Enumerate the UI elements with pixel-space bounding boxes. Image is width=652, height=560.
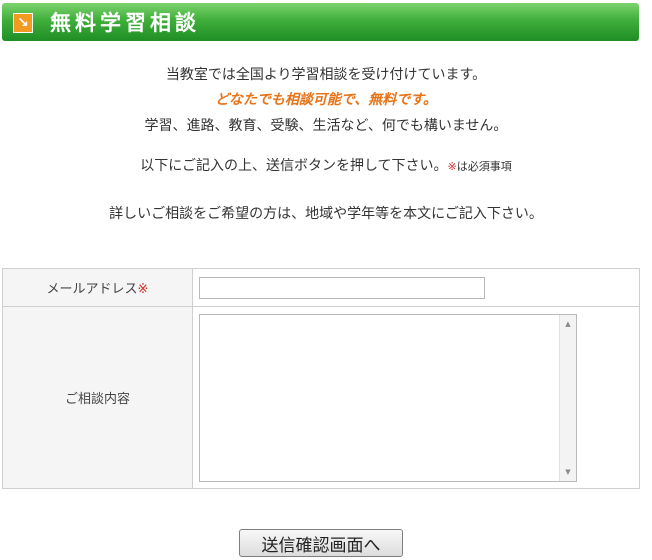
message-row: ご相談内容 ▲ ▼ — [2, 306, 640, 489]
email-label-cell: メールアドレス※ — [2, 268, 193, 307]
email-input-cell — [192, 268, 640, 307]
required-mark: ※ — [447, 160, 457, 173]
message-scrollbar[interactable]: ▲ ▼ — [559, 314, 576, 481]
intro-highlight: どなたでも相談可能で、無料です。 — [215, 92, 437, 108]
message-label-cell: ご相談内容 — [2, 306, 193, 489]
intro-line-4: 以下にご記入の上、送信ボタンを押して下さい。※は必須事項 — [0, 154, 652, 179]
email-required-mark: ※ — [137, 282, 149, 297]
scroll-up-icon[interactable]: ▲ — [560, 316, 576, 332]
message-input-cell: ▲ ▼ — [192, 306, 640, 489]
submit-confirm-button[interactable]: 送信確認画面へ — [239, 529, 403, 557]
arrow-down-right-icon: ↘ — [13, 13, 33, 33]
page-header: ↘ 無料学習相談 — [2, 3, 639, 41]
scroll-down-icon[interactable]: ▼ — [560, 464, 576, 480]
intro-line-5: 詳しいご相談をご希望の方は、地域や学年等を本文にご記入下さい。 — [109, 206, 543, 222]
consultation-form: メールアドレス※ ご相談内容 ▲ ▼ — [2, 268, 640, 489]
instruction-text: 以下にご記入の上、送信ボタンを押して下さい。 — [140, 158, 448, 174]
message-label: ご相談内容 — [64, 392, 130, 407]
intro-line-1: 当教室では全国より学習相談を受け付けています。 — [165, 67, 487, 83]
required-note: は必須事項 — [456, 160, 512, 173]
intro-line-3: 学習、進路、教育、受験、生活など、何でも構いません。 — [144, 118, 508, 134]
intro-line-2-wrap: どなたでも相談可能で、無料です。 — [0, 88, 652, 112]
email-row: メールアドレス※ — [2, 268, 640, 307]
page-title: 無料学習相談 — [50, 11, 200, 35]
message-textarea[interactable]: ▲ ▼ — [199, 313, 577, 482]
email-field[interactable] — [199, 277, 485, 299]
email-label: メールアドレス — [46, 282, 138, 297]
